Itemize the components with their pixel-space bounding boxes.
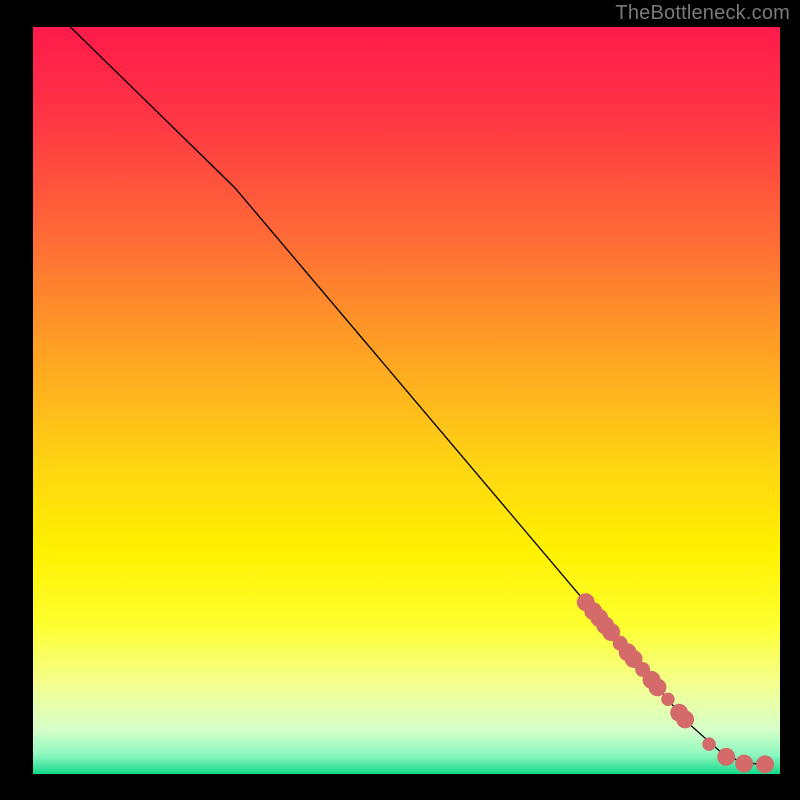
- marker-dot: [756, 755, 774, 773]
- marker-dot: [735, 755, 753, 773]
- marker-dot: [702, 737, 715, 750]
- marker-dot: [676, 711, 694, 729]
- watermark-text: TheBottleneck.com: [615, 2, 790, 25]
- chart-area: [33, 27, 780, 774]
- chart-svg: [33, 27, 780, 774]
- chart-stage: TheBottleneck.com: [0, 0, 800, 800]
- chart-background: [33, 27, 780, 774]
- marker-dot: [717, 748, 735, 766]
- marker-dot: [661, 693, 674, 706]
- marker-dot: [649, 678, 667, 696]
